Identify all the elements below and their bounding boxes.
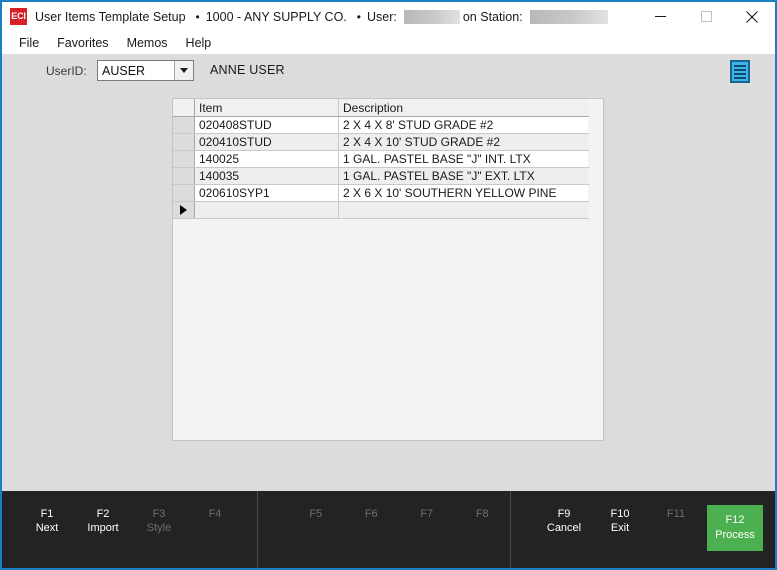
cell-description[interactable]: 1 GAL. PASTEL BASE "J" INT. LTX — [339, 151, 588, 167]
function-key-f3[interactable]: F3 Style — [131, 507, 187, 535]
cell-item[interactable]: 140035 — [195, 168, 339, 184]
function-key-f1[interactable]: F1 Next — [19, 507, 75, 535]
menu-item-memos[interactable]: Memos — [118, 34, 177, 52]
function-key-f1-label: Next — [35, 522, 59, 534]
grid-header-selector-cell — [173, 99, 195, 116]
function-key-f4[interactable]: F4 — [187, 507, 243, 521]
function-key-f7[interactable]: F7 — [399, 507, 455, 521]
current-row-indicator[interactable] — [173, 202, 195, 218]
title-separator-2: • — [356, 9, 361, 24]
function-key-f4-key: F4 — [208, 508, 222, 520]
close-button[interactable] — [729, 2, 775, 31]
function-key-f2-label: Import — [87, 522, 119, 534]
function-key-f2-key: F2 — [96, 508, 110, 520]
function-key-f7-key: F7 — [420, 508, 434, 520]
function-key-f9[interactable]: F9 Cancel — [536, 507, 592, 535]
cell-item[interactable]: 020408STUD — [195, 117, 339, 133]
window-title-user-label: User: — [366, 9, 397, 24]
function-key-f11-key: F11 — [666, 508, 686, 520]
table-row[interactable]: 140025 1 GAL. PASTEL BASE "J" INT. LTX — [173, 151, 589, 168]
function-key-group-1: F1 Next F2 Import F3 Style F4 — [2, 491, 257, 568]
row-selector[interactable] — [173, 151, 195, 167]
window-title-station-label: on Station: — [462, 9, 523, 24]
function-key-f6[interactable]: F6 — [344, 507, 400, 521]
cell-item[interactable] — [195, 202, 339, 218]
grid-header-description[interactable]: Description — [339, 99, 588, 116]
row-selector[interactable] — [173, 134, 195, 150]
function-key-bar: F1 Next F2 Import F3 Style F4 F5 F6 F7 F… — [2, 491, 775, 568]
notes-line-4 — [734, 76, 746, 79]
menu-item-file[interactable]: File — [10, 34, 48, 52]
function-key-f8-key: F8 — [475, 508, 489, 520]
userid-input[interactable]: AUSER — [98, 64, 174, 78]
function-key-f12-key: F12 — [725, 514, 745, 526]
application-window: ECI User Items Template Setup • 1000 - A… — [0, 0, 777, 570]
notes-line-1 — [734, 64, 746, 67]
title-bar: ECI User Items Template Setup • 1000 - A… — [2, 2, 775, 31]
table-row[interactable]: 020410STUD 2 X 4 X 10' STUD GRADE #2 — [173, 134, 589, 151]
grid-header-row: Item Description — [173, 99, 589, 117]
function-key-f9-key: F9 — [557, 508, 571, 520]
row-selector[interactable] — [173, 185, 195, 201]
cell-description[interactable]: 1 GAL. PASTEL BASE "J" EXT. LTX — [339, 168, 588, 184]
chevron-down-icon — [180, 68, 188, 73]
function-key-f6-key: F6 — [364, 508, 378, 520]
table-row[interactable]: 020610SYP1 2 X 6 X 10' SOUTHERN YELLOW P… — [173, 185, 589, 202]
title-separator-1: • — [195, 9, 200, 24]
userid-combobox[interactable]: AUSER — [97, 60, 194, 81]
arrow-right-icon — [180, 205, 187, 215]
notes-list-icon[interactable] — [730, 60, 750, 83]
cell-description[interactable] — [339, 202, 588, 218]
table-row-new[interactable] — [173, 202, 589, 219]
window-controls — [637, 2, 775, 31]
table-row[interactable]: 020408STUD 2 X 4 X 8' STUD GRADE #2 — [173, 117, 589, 134]
items-grid-panel: Item Description 020408STUD 2 X 4 X 8' S… — [172, 98, 604, 441]
row-selector[interactable] — [173, 168, 195, 184]
cell-item[interactable]: 020610SYP1 — [195, 185, 339, 201]
table-row[interactable]: 140035 1 GAL. PASTEL BASE "J" EXT. LTX — [173, 168, 589, 185]
function-key-f3-label: Style — [146, 522, 172, 534]
app-logo-icon: ECI — [10, 8, 27, 25]
cell-description[interactable]: 2 X 4 X 8' STUD GRADE #2 — [339, 117, 588, 133]
menu-bar: File Favorites Memos Help — [2, 31, 775, 54]
menu-item-help[interactable]: Help — [177, 34, 221, 52]
function-key-f9-label: Cancel — [546, 522, 582, 534]
function-key-f1-key: F1 — [40, 508, 54, 520]
menu-item-favorites[interactable]: Favorites — [48, 34, 117, 52]
cell-description[interactable]: 2 X 6 X 10' SOUTHERN YELLOW PINE — [339, 185, 588, 201]
function-key-f10-label: Exit — [610, 522, 630, 534]
redacted-username — [403, 9, 460, 24]
function-key-f10[interactable]: F10 Exit — [592, 507, 648, 535]
window-title-main: User Items Template Setup — [35, 9, 186, 24]
minimize-button[interactable] — [637, 2, 683, 31]
function-key-f2[interactable]: F2 Import — [75, 507, 131, 535]
userid-dropdown-button[interactable] — [174, 61, 193, 80]
function-key-group-3: F9 Cancel F10 Exit F11 F12 Process — [510, 491, 775, 568]
window-title: User Items Template Setup • 1000 - ANY S… — [35, 9, 611, 24]
function-key-group-2: F5 F6 F7 F8 — [257, 491, 510, 568]
row-selector[interactable] — [173, 117, 195, 133]
cell-item[interactable]: 020410STUD — [195, 134, 339, 150]
maximize-button[interactable] — [683, 2, 729, 31]
cell-item[interactable]: 140025 — [195, 151, 339, 167]
function-key-f12-label: Process — [715, 529, 755, 541]
function-key-f11[interactable]: F11 — [648, 507, 704, 521]
cell-description[interactable]: 2 X 4 X 10' STUD GRADE #2 — [339, 134, 588, 150]
function-key-f8[interactable]: F8 — [455, 507, 511, 521]
function-key-f12-process-button[interactable]: F12 Process — [707, 505, 763, 551]
function-key-f5-key: F5 — [309, 508, 323, 520]
notes-line-3 — [734, 72, 746, 75]
grid-header-item[interactable]: Item — [195, 99, 339, 116]
window-title-company: 1000 - ANY SUPPLY CO. — [205, 9, 347, 24]
function-key-f10-key: F10 — [610, 508, 630, 520]
redacted-station — [529, 9, 608, 24]
function-key-f5[interactable]: F5 — [288, 507, 344, 521]
function-key-f3-key: F3 — [152, 508, 166, 520]
userid-label: UserID: — [46, 64, 87, 78]
items-grid: Item Description 020408STUD 2 X 4 X 8' S… — [173, 99, 589, 219]
user-fullname-text: ANNE USER — [210, 63, 285, 77]
notes-line-2 — [734, 68, 746, 71]
